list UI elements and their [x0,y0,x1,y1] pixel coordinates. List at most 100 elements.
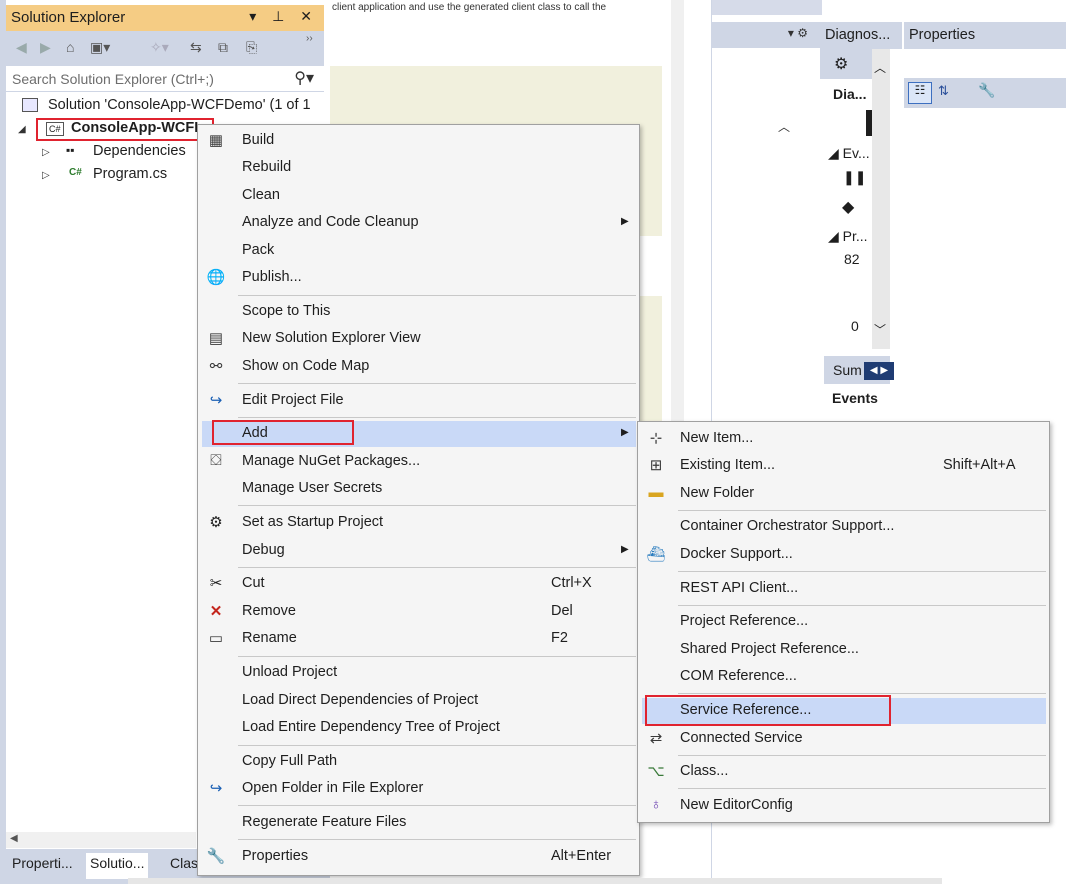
diagnostics-scrollbar[interactable]: ︿ ﹀ [872,49,890,349]
menu-item-pack[interactable]: Pack [198,238,639,264]
title-window-buttons[interactable]: ▾ ⊥ ✕ [249,8,318,25]
menu-item-edit-project[interactable]: ↪ Edit Project File [198,388,639,414]
categorized-icon[interactable]: ☷ [908,82,932,104]
build-icon: ▦ [208,132,224,149]
submenu-arrow-icon: ▶ [621,544,629,555]
menu-item-rename[interactable]: ▭ Rename F2 [198,626,639,652]
search-solution-explorer[interactable]: Search Solution Explorer (Ctrl+;) ⚲▾ [6,66,324,92]
menu-item-publish[interactable]: 🌐 Publish... [198,265,639,291]
menu-separator [238,383,636,384]
new-folder-icon: ▬ [648,484,664,501]
wrench-icon: 🔧 [206,848,226,865]
tab-properties[interactable]: Properti... [8,853,77,879]
property-pages-wrench-icon[interactable]: 🔧 [978,82,995,99]
pause-icon[interactable]: ❚❚ [843,169,866,186]
submenu-item-rest[interactable]: REST API Client... [638,576,1049,602]
submenu-item-existing[interactable]: ⊞ Existing Item... Shift+Alt+A [638,453,1049,479]
code-map-icon: ⚯ [209,358,223,375]
menu-item-label: Docker Support... [680,546,793,562]
home-icon[interactable]: ⌂ [66,39,74,55]
menu-item-shortcut: Alt+Enter [551,848,612,864]
menu-item-unload[interactable]: Unload Project [198,660,639,686]
menu-item-load-direct[interactable]: Load Direct Dependencies of Project [198,688,639,714]
menu-item-shortcut: Shift+Alt+A [943,457,1016,473]
menu-item-copy-path[interactable]: Copy Full Path [198,749,639,775]
tab-scroll-arrows-icon[interactable]: ◀ ▶ [864,362,894,380]
forward-icon[interactable]: ▶ [40,39,51,56]
menu-item-analyze[interactable]: Analyze and Code Cleanup ▶ [198,210,639,236]
submenu-item-shared-ref[interactable]: Shared Project Reference... [638,637,1049,663]
submenu-item-container[interactable]: Container Orchestrator Support... [638,514,1049,540]
menu-item-build[interactable]: ▦ Build [198,128,639,154]
diagnostics-tab[interactable]: Dia... [820,79,880,109]
overflow-icon[interactable]: ›› [306,33,313,44]
new-item-icon: ⊹ [649,430,663,447]
menu-separator [238,805,636,806]
menu-item-load-entire[interactable]: Load Entire Dependency Tree of Project [198,715,639,741]
submenu-item-docker[interactable]: ⛴ Docker Support... [638,542,1049,568]
menu-item-label: Scope to This [242,303,331,319]
menu-item-label: Connected Service [680,730,803,746]
menu-item-nuget[interactable]: ⛋ Manage NuGet Packages... [198,449,639,475]
submenu-item-project-ref[interactable]: Project Reference... [638,609,1049,635]
tab-solution-explorer[interactable]: Solutio... [86,853,149,879]
collapse-all-icon[interactable]: ⧉ [218,39,228,56]
scroll-up-icon[interactable]: ︿ [874,59,886,76]
properties-title-bar[interactable]: Properties [904,22,1066,49]
publish-icon: 🌐 [206,269,226,286]
sync-icon[interactable]: ⇆ [190,39,202,56]
scroll-down-icon[interactable]: ﹀ [874,321,886,338]
scroll-left-icon[interactable]: ◀ [10,833,18,844]
submenu-item-editorconfig[interactable]: ♁ New EditorConfig [638,793,1049,819]
submenu-item-com-ref[interactable]: COM Reference... [638,664,1049,690]
back-icon[interactable]: ◀ [16,39,27,56]
gear-icon[interactable]: ⚙ [834,54,848,74]
existing-item-icon: ⊞ [649,457,663,474]
process-node[interactable]: ◢ Pr... [828,228,868,245]
editor-scrollbar[interactable] [671,0,684,422]
menu-item-label: New Solution Explorer View [242,330,421,346]
search-input[interactable]: Search Solution Explorer (Ctrl+;) [12,71,214,87]
menu-item-scope[interactable]: Scope to This [198,299,639,325]
menu-item-clean[interactable]: Clean [198,183,639,209]
submenu-item-new-folder[interactable]: ▬ New Folder [638,481,1049,507]
submenu-item-new-item[interactable]: ⊹ New Item... [638,426,1049,452]
menu-item-label: New EditorConfig [680,797,793,813]
menu-item-regenerate[interactable]: Regenerate Feature Files [198,810,639,836]
menu-item-remove[interactable]: ✕ Remove Del [198,599,639,625]
scroll-up-icon[interactable]: ︿ [778,118,790,135]
menu-item-new-view[interactable]: ▤ New Solution Explorer View [198,326,639,352]
menu-item-startup[interactable]: ⚙ Set as Startup Project [198,510,639,536]
menu-item-open-folder[interactable]: ↪ Open Folder in File Explorer [198,776,639,802]
switch-views-icon[interactable]: ▣▾ [90,39,110,56]
pending-changes-icon[interactable]: ✧▾ [150,39,169,56]
dropdown-gear-icon[interactable]: ▾ ⚙ [788,26,808,40]
expanded-caret-icon[interactable]: ◢ [18,124,26,135]
collapsed-caret-icon[interactable]: ▷ [42,170,50,181]
solution-icon [22,98,38,112]
menu-item-properties[interactable]: 🔧 Properties Alt+Enter [198,844,639,870]
submenu-item-connected[interactable]: ⇄ Connected Service [638,726,1049,752]
nuget-icon: ⛋ [210,452,222,469]
add-annotation-box [212,420,354,445]
menu-item-debug[interactable]: Debug ▶ [198,538,639,564]
summary-tab[interactable]: Sum ◀ ▶ [824,356,894,384]
horizontal-scrollbar[interactable]: ◀ [6,832,196,848]
menu-item-user-secrets[interactable]: Manage User Secrets [198,476,639,502]
search-icon[interactable]: ⚲▾ [294,68,314,88]
menu-item-cut[interactable]: ✂ Cut Ctrl+X [198,571,639,597]
menu-item-label: Clean [242,187,280,203]
show-all-files-icon[interactable]: ⎘ [246,39,257,56]
add-submenu: ⊹ New Item... ⊞ Existing Item... Shift+A… [637,421,1050,823]
submenu-item-class[interactable]: ⌥ Class... [638,759,1049,785]
collapsed-caret-icon[interactable]: ▷ [42,147,50,158]
solution-explorer-title-bar[interactable]: Solution Explorer ▾ ⊥ ✕ [6,5,324,31]
events-node[interactable]: ◢ Ev... [828,145,870,162]
menu-item-rebuild[interactable]: Rebuild [198,155,639,181]
menu-item-code-map[interactable]: ⚯ Show on Code Map [198,354,639,380]
menu-item-label: Load Entire Dependency Tree of Project [242,719,500,735]
alphabetical-sort-icon[interactable]: ⇅ [938,83,949,99]
menu-item-label: New Folder [680,485,755,501]
menu-separator [238,745,636,746]
diagnostics-title-bar[interactable]: Diagnos... [820,22,902,49]
